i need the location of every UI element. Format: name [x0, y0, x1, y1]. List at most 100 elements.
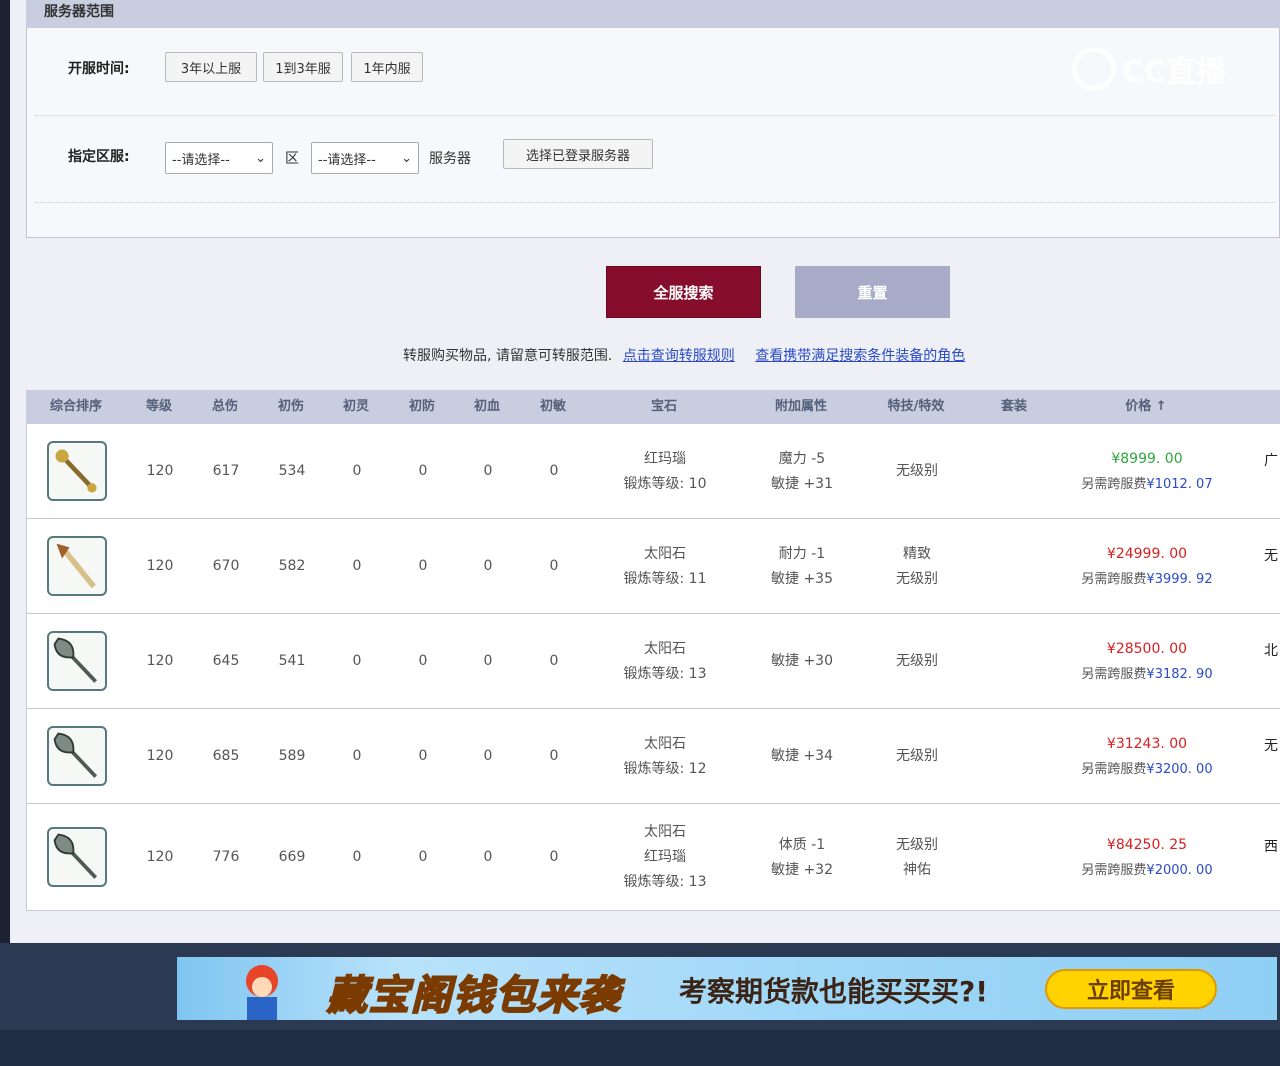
transfer-fee: 另需跨服费¥2000. 00	[1081, 862, 1213, 878]
cell-skill: 无级别	[896, 653, 938, 669]
cell-gem: 红玛瑙 锻炼等级: 10	[623, 450, 707, 492]
table-row[interactable]: 120 645 541 0 0 0 0 太阳石 锻炼等级: 13 敏捷 +30 无级别 ¥28500.…	[26, 614, 1280, 709]
trade-page: 服务器范围 开服时间: 3年以上服 1到3年服 1年内服 指定区服: --请选择…	[10, 0, 1280, 943]
axe-icon[interactable]	[47, 725, 107, 786]
transfer-notice: 转服购买物品, 请留意可转服范围. 点击查询转服规则 查看携带满足搜索条件装备的…	[403, 345, 965, 365]
col-init-defense[interactable]: 初防	[399, 390, 445, 424]
cell-total-damage: 685	[212, 747, 240, 764]
col-level[interactable]: 等级	[136, 390, 182, 424]
open-time-1to3y-button[interactable]: 1到3年服	[263, 52, 343, 82]
cell-attributes: 耐力 -1 敏捷 +35	[771, 545, 833, 587]
cell-attributes: 敏捷 +30	[771, 653, 833, 669]
cc-logo-icon	[1072, 47, 1116, 91]
cell-total-damage: 670	[212, 557, 240, 574]
cell-init-agility: 0	[549, 557, 559, 574]
cell-init-defense: 0	[418, 462, 428, 479]
cell-total-damage: 645	[212, 652, 240, 669]
table-row[interactable]: 120 617 534 0 0 0 0 红玛瑙 锻炼等级: 10 魔力 -5 敏捷 +31 无级别 ¥8…	[26, 424, 1280, 519]
spear-icon[interactable]	[47, 535, 107, 596]
divider	[35, 115, 1275, 116]
cell-total-damage: 617	[212, 462, 240, 479]
staff-icon[interactable]	[47, 440, 107, 501]
cell-attributes: 体质 -1 敏捷 +32	[771, 836, 833, 878]
cell-init-defense: 0	[418, 652, 428, 669]
cell-level: 120	[146, 652, 174, 669]
cell-init-hp: 0	[483, 848, 493, 865]
cell-gem: 太阳石 红玛瑙 锻炼等级: 13	[623, 824, 707, 890]
results-table: 综合排序 等级 总伤 初伤 初灵 初防 初血 初敏 宝石 附加属性 特技/特效 …	[26, 390, 1280, 911]
zone-label: 指定区服:	[68, 149, 130, 165]
cell-level: 120	[146, 557, 174, 574]
transfer-fee: 另需跨服费¥3999. 92	[1081, 571, 1213, 587]
cell-init-damage: 589	[278, 747, 306, 764]
transfer-rules-link[interactable]: 点击查询转服规则	[623, 348, 735, 364]
col-init-agility[interactable]: 初敏	[530, 390, 576, 424]
cell-init-defense: 0	[418, 557, 428, 574]
col-price[interactable]: 价格 ↑	[1106, 390, 1186, 424]
banner-title: 藏宝阁钱包来袭	[326, 972, 621, 1020]
cell-init-spirit: 0	[352, 848, 362, 865]
open-time-1y-button[interactable]: 1年内服	[351, 52, 423, 82]
transfer-fee: 另需跨服费¥1012. 07	[1081, 476, 1213, 492]
cell-level: 120	[146, 848, 174, 865]
col-total-damage[interactable]: 总伤	[202, 390, 248, 424]
col-gem: 宝石	[650, 399, 677, 414]
col-sort[interactable]: 综合排序	[34, 390, 118, 424]
zone-suffix: 区	[285, 151, 299, 167]
cc-live-logo: CC直播	[1072, 44, 1240, 94]
cell-init-hp: 0	[483, 462, 493, 479]
transfer-fee: 另需跨服费¥3200. 00	[1081, 761, 1213, 777]
bottom-bar	[0, 1030, 1280, 1066]
left-edge	[0, 0, 10, 943]
choose-logged-server-button[interactable]: 选择已登录服务器	[503, 139, 653, 169]
cell-init-hp: 0	[483, 747, 493, 764]
cell-overflow-text: 北	[1264, 642, 1278, 659]
cell-init-agility: 0	[549, 462, 559, 479]
cell-init-agility: 0	[549, 747, 559, 764]
price-value: ¥84250. 25	[1106, 836, 1188, 853]
cell-price: ¥28500. 00 另需跨服费¥3182. 90	[1047, 637, 1247, 687]
promo-banner[interactable]: 藏宝阁钱包来袭 考察期货款也能买买买?! 立即查看	[177, 957, 1277, 1020]
table-row[interactable]: 120 685 589 0 0 0 0 太阳石 锻炼等级: 12 敏捷 +34 无级别 ¥31243.…	[26, 709, 1280, 804]
cell-init-hp: 0	[483, 557, 493, 574]
cell-init-agility: 0	[549, 848, 559, 865]
cell-gem: 太阳石 锻炼等级: 11	[623, 545, 707, 587]
cell-init-spirit: 0	[352, 557, 362, 574]
cell-skill: 无级别	[896, 463, 938, 479]
zone-select-value: --请选择--	[172, 152, 230, 168]
cell-skill: 无级别 神佑	[896, 836, 938, 878]
full-server-search-button[interactable]: 全服搜索	[606, 266, 761, 318]
zone-select[interactable]: --请选择-- ⌄	[165, 142, 273, 174]
table-row[interactable]: 120 776 669 0 0 0 0 太阳石 红玛瑙 锻炼等级: 13 体质 -1 敏捷 +32 无级…	[26, 804, 1280, 911]
col-attributes: 附加属性	[774, 399, 827, 414]
cell-price: ¥8999. 00 另需跨服费¥1012. 07	[1047, 447, 1247, 497]
open-time-label: 开服时间:	[68, 61, 130, 77]
reset-button[interactable]: 重置	[795, 266, 950, 318]
cell-overflow-text: 西	[1264, 838, 1278, 855]
cell-attributes: 魔力 -5 敏捷 +31	[771, 450, 833, 492]
view-now-button[interactable]: 立即查看	[1045, 969, 1217, 1009]
character-icon	[246, 965, 278, 1020]
cell-init-defense: 0	[418, 747, 428, 764]
chevron-down-icon: ⌄	[255, 150, 266, 166]
table-header: 综合排序 等级 总伤 初伤 初灵 初防 初血 初敏 宝石 附加属性 特技/特效 …	[26, 390, 1280, 424]
col-init-hp[interactable]: 初血	[464, 390, 510, 424]
table-body: 120 617 534 0 0 0 0 红玛瑙 锻炼等级: 10 魔力 -5 敏捷 +31 无级别 ¥8…	[26, 424, 1280, 911]
axe-icon[interactable]	[47, 826, 107, 887]
cell-gem: 太阳石 锻炼等级: 13	[623, 640, 707, 682]
banner-subtitle: 考察期货款也能买买买?!	[679, 975, 989, 1008]
cell-level: 120	[146, 747, 174, 764]
cell-overflow-text: 无	[1264, 737, 1278, 754]
axe-icon[interactable]	[47, 630, 107, 691]
table-row[interactable]: 120 670 582 0 0 0 0 太阳石 锻炼等级: 11 耐力 -1 敏捷 +35 精致 无级别…	[26, 519, 1280, 614]
cell-price: ¥24999. 00 另需跨服费¥3999. 92	[1047, 542, 1247, 592]
server-select[interactable]: --请选择-- ⌄	[311, 142, 419, 174]
matching-roles-link[interactable]: 查看携带满足搜索条件装备的角色	[755, 348, 965, 364]
cell-total-damage: 776	[212, 848, 240, 865]
divider	[35, 202, 1275, 203]
col-init-damage[interactable]: 初伤	[268, 390, 314, 424]
cell-init-damage: 534	[278, 462, 306, 479]
col-init-spirit[interactable]: 初灵	[333, 390, 379, 424]
cell-init-hp: 0	[483, 652, 493, 669]
open-time-3y-button[interactable]: 3年以上服	[165, 52, 257, 82]
